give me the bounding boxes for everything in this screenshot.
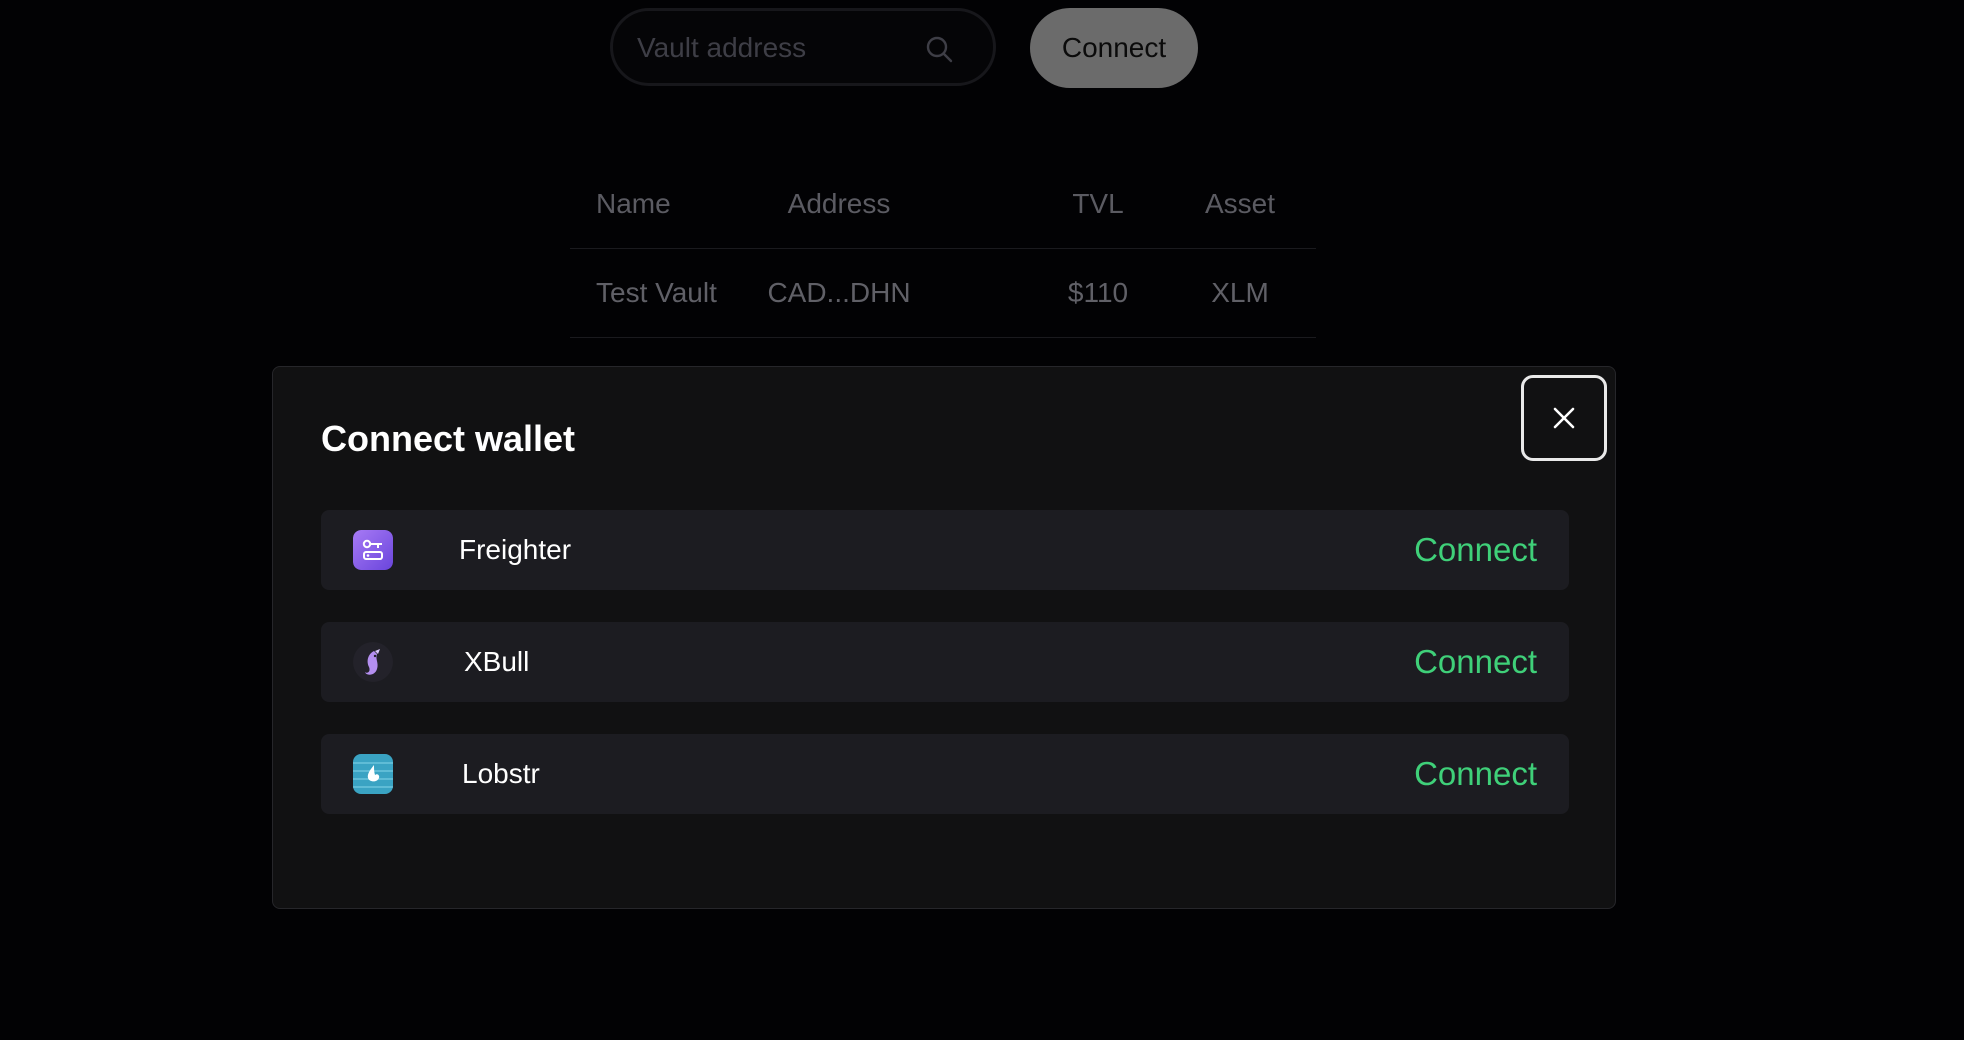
freighter-connect-button[interactable]: Connect	[1414, 510, 1537, 590]
wallet-row-freighter[interactable]: Freighter Connect	[321, 510, 1569, 590]
vault-table: Name Address TVL Asset Test Vault CAD...…	[570, 160, 1316, 338]
xbull-connect-button[interactable]: Connect	[1414, 622, 1537, 702]
table-header-row: Name Address TVL Asset	[570, 160, 1316, 249]
connect-wallet-modal: Connect wallet Freighter Connect XBull C…	[272, 366, 1616, 909]
xbull-icon	[353, 642, 393, 682]
column-header-name: Name	[596, 188, 671, 219]
close-icon	[1553, 407, 1575, 429]
modal-title: Connect wallet	[321, 418, 576, 459]
lobstr-icon	[353, 754, 393, 794]
close-button[interactable]	[1521, 375, 1607, 461]
vault-search-input[interactable]	[635, 11, 919, 85]
freighter-icon	[353, 530, 393, 570]
wallet-name: Freighter	[459, 534, 572, 565]
vault-search-bar	[610, 8, 996, 86]
connect-button[interactable]: Connect	[1030, 8, 1198, 88]
wallet-row-xbull[interactable]: XBull Connect	[321, 622, 1569, 702]
vault-asset-cell: XLM	[1211, 277, 1269, 308]
column-header-address: Address	[787, 188, 891, 219]
lobstr-connect-button[interactable]: Connect	[1414, 734, 1537, 814]
wallet-name: Lobstr	[462, 758, 540, 789]
column-header-asset: Asset	[1204, 188, 1276, 219]
wallet-name: XBull	[464, 646, 530, 677]
vault-address-cell: CAD...DHN	[767, 277, 911, 308]
wallet-row-lobstr[interactable]: Lobstr Connect	[321, 734, 1569, 814]
table-row[interactable]: Test Vault CAD...DHN $110 XLM	[570, 249, 1316, 338]
search-icon[interactable]	[925, 35, 953, 63]
